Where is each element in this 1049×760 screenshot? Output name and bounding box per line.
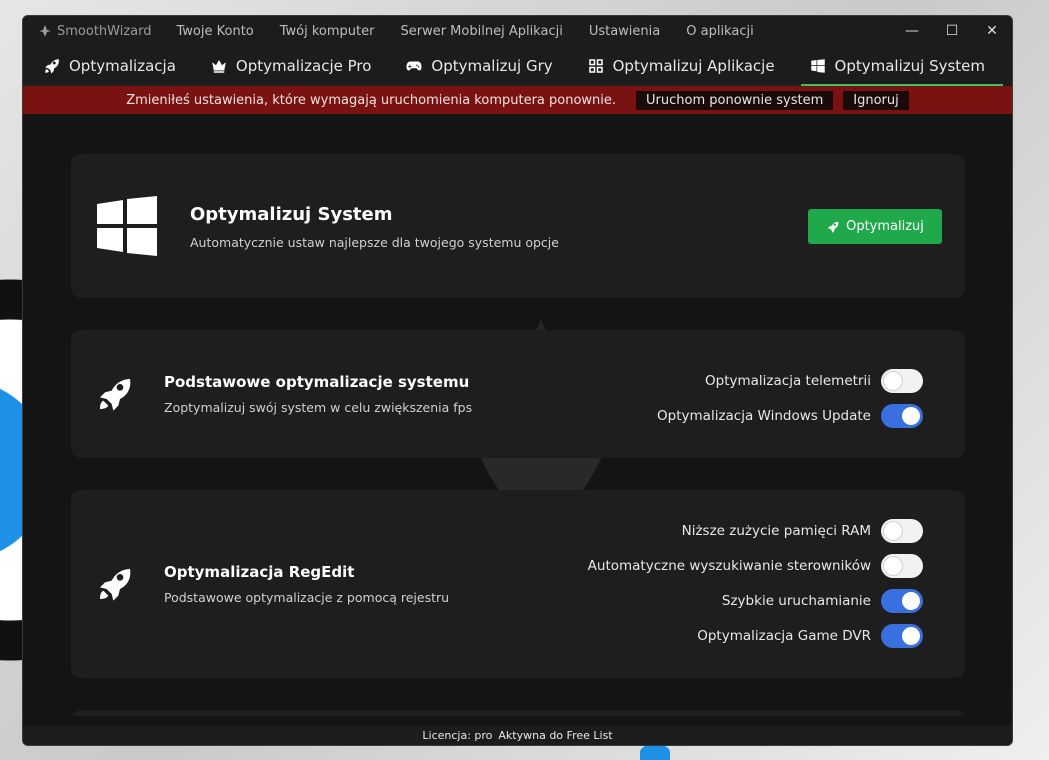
main-content[interactable]: Optymalizuj System Automatycznie ustaw n… (23, 114, 1012, 716)
tab-optimize-games[interactable]: Optymalizuj Gry (397, 46, 570, 86)
license-label: Licencja: pro (422, 728, 493, 742)
toggle-list: Niższe zużycie pamięci RAM Automatyczne … (587, 519, 923, 648)
tab-optimize-system[interactable]: Optymalizuj System (800, 46, 1004, 86)
game-dvr-toggle[interactable] (881, 624, 923, 648)
hero-title: Optymalizuj System (190, 204, 393, 225)
app-name: SmoothWizard (57, 23, 152, 39)
toggle-label: Optymalizacja Game DVR (697, 628, 871, 644)
tab-label: Optymalizacja (69, 57, 176, 75)
section-subtitle: Zoptymalizuj swój system w celu zwiększe… (164, 400, 473, 415)
toggle-row: Szybkie uruchamianie (721, 589, 923, 613)
toggle-label: Szybkie uruchamianie (721, 593, 871, 609)
menu-item-computer[interactable]: Twój komputer (267, 24, 388, 39)
minimize-icon: — (905, 23, 919, 39)
license-status: Aktywna do Free List (498, 728, 613, 742)
rocket-icon (100, 379, 131, 411)
maximize-button[interactable]: ☐ (932, 16, 972, 46)
hero-subtitle: Automatycznie ustaw najlepsze dla twojeg… (190, 235, 559, 250)
tab-optimization-pro[interactable]: Optymalizacje Pro (202, 46, 390, 86)
toggle-label: Optymalizacja telemetrii (705, 373, 871, 389)
next-section-card (71, 710, 965, 716)
toggle-knob (902, 627, 920, 645)
top-menu: Twoje Konto Twój komputer Serwer Mobilne… (164, 24, 767, 39)
optimize-button[interactable]: Optymalizuj (808, 209, 942, 244)
ram-usage-toggle[interactable] (881, 519, 923, 543)
windows-update-toggle[interactable] (881, 404, 923, 428)
toggle-knob (884, 372, 902, 390)
wizard-logo-icon (39, 25, 51, 37)
restart-system-button[interactable]: Uruchom ponownie system (636, 90, 834, 110)
minimize-button[interactable]: — (892, 16, 932, 46)
windows-logo-icon (97, 196, 157, 256)
title-bar: SmoothWizard Twoje Konto Twój komputer S… (23, 16, 1012, 46)
tab-label: Optymalizuj Aplikacje (612, 57, 775, 75)
rocket-icon (827, 221, 839, 233)
toggle-knob (902, 592, 920, 610)
menu-item-mobile-server[interactable]: Serwer Mobilnej Aplikacji (387, 24, 575, 39)
gamepad-icon (406, 61, 422, 71)
toggle-label: Niższe zużycie pamięci RAM (681, 523, 871, 539)
menu-item-about[interactable]: O aplikacji (673, 24, 766, 39)
menu-item-settings[interactable]: Ustawienia (576, 24, 673, 39)
tab-bar: Optymalizacja Optymalizacje Pro Optymali… (23, 46, 1012, 86)
maximize-icon: ☐ (945, 23, 959, 39)
status-bar: Licencja: pro Aktywna do Free List (23, 725, 1012, 745)
fast-startup-toggle[interactable] (881, 589, 923, 613)
crown-icon (212, 60, 226, 73)
section-title: Optymalizacja RegEdit (164, 563, 355, 581)
toggle-row: Optymalizacja Game DVR (697, 624, 923, 648)
windows-icon (810, 59, 825, 73)
window-controls: — ☐ ✕ (892, 16, 1012, 46)
menu-item-account[interactable]: Twoje Konto (164, 24, 267, 39)
desktop-decoration (640, 744, 670, 760)
basic-optimizations-card: Podstawowe optymalizacje systemu Zoptyma… (71, 330, 965, 458)
driver-search-toggle[interactable] (881, 554, 923, 578)
regedit-optimizations-card: Optymalizacja RegEdit Podstawowe optymal… (71, 490, 965, 678)
close-icon: ✕ (986, 23, 998, 39)
toggle-row: Optymalizacja telemetrii (705, 369, 923, 393)
toggle-row: Optymalizacja Windows Update (657, 404, 923, 428)
optimize-button-label: Optymalizuj (846, 219, 924, 234)
ignore-button[interactable]: Ignoruj (843, 90, 909, 110)
toggle-list: Optymalizacja telemetrii Optymalizacja W… (657, 369, 923, 428)
toggle-knob (902, 407, 920, 425)
tab-label: Optymalizuj System (834, 57, 986, 75)
close-button[interactable]: ✕ (972, 16, 1012, 46)
toggle-knob (884, 522, 902, 540)
restart-alert-bar: Zmieniłeś ustawienia, które wymagają uru… (23, 86, 1012, 114)
toggle-label: Optymalizacja Windows Update (657, 408, 871, 424)
app-window: SmoothWizard Twoje Konto Twój komputer S… (22, 15, 1013, 746)
toggle-label: Automatyczne wyszukiwanie sterowników (587, 558, 871, 574)
rocket-icon (45, 59, 59, 74)
tab-optimization[interactable]: Optymalizacja (35, 46, 194, 86)
app-brand: SmoothWizard (23, 24, 152, 39)
toggle-knob (884, 557, 902, 575)
alert-message: Zmieniłeś ustawienia, które wymagają uru… (126, 92, 617, 108)
system-optimize-card: Optymalizuj System Automatycznie ustaw n… (71, 154, 965, 298)
tab-optimize-apps[interactable]: Optymalizuj Aplikacje (579, 46, 793, 86)
rocket-icon (100, 569, 131, 601)
section-subtitle: Podstawowe optymalizacje z pomocą rejest… (164, 590, 450, 605)
tab-label: Optymalizuj Gry (431, 57, 553, 75)
toggle-row: Automatyczne wyszukiwanie sterowników (587, 554, 923, 578)
apps-grid-icon (588, 59, 603, 73)
toggle-row: Niższe zużycie pamięci RAM (681, 519, 923, 543)
section-title: Podstawowe optymalizacje systemu (164, 373, 470, 391)
telemetry-toggle[interactable] (881, 369, 923, 393)
tab-label: Optymalizacje Pro (235, 57, 372, 75)
